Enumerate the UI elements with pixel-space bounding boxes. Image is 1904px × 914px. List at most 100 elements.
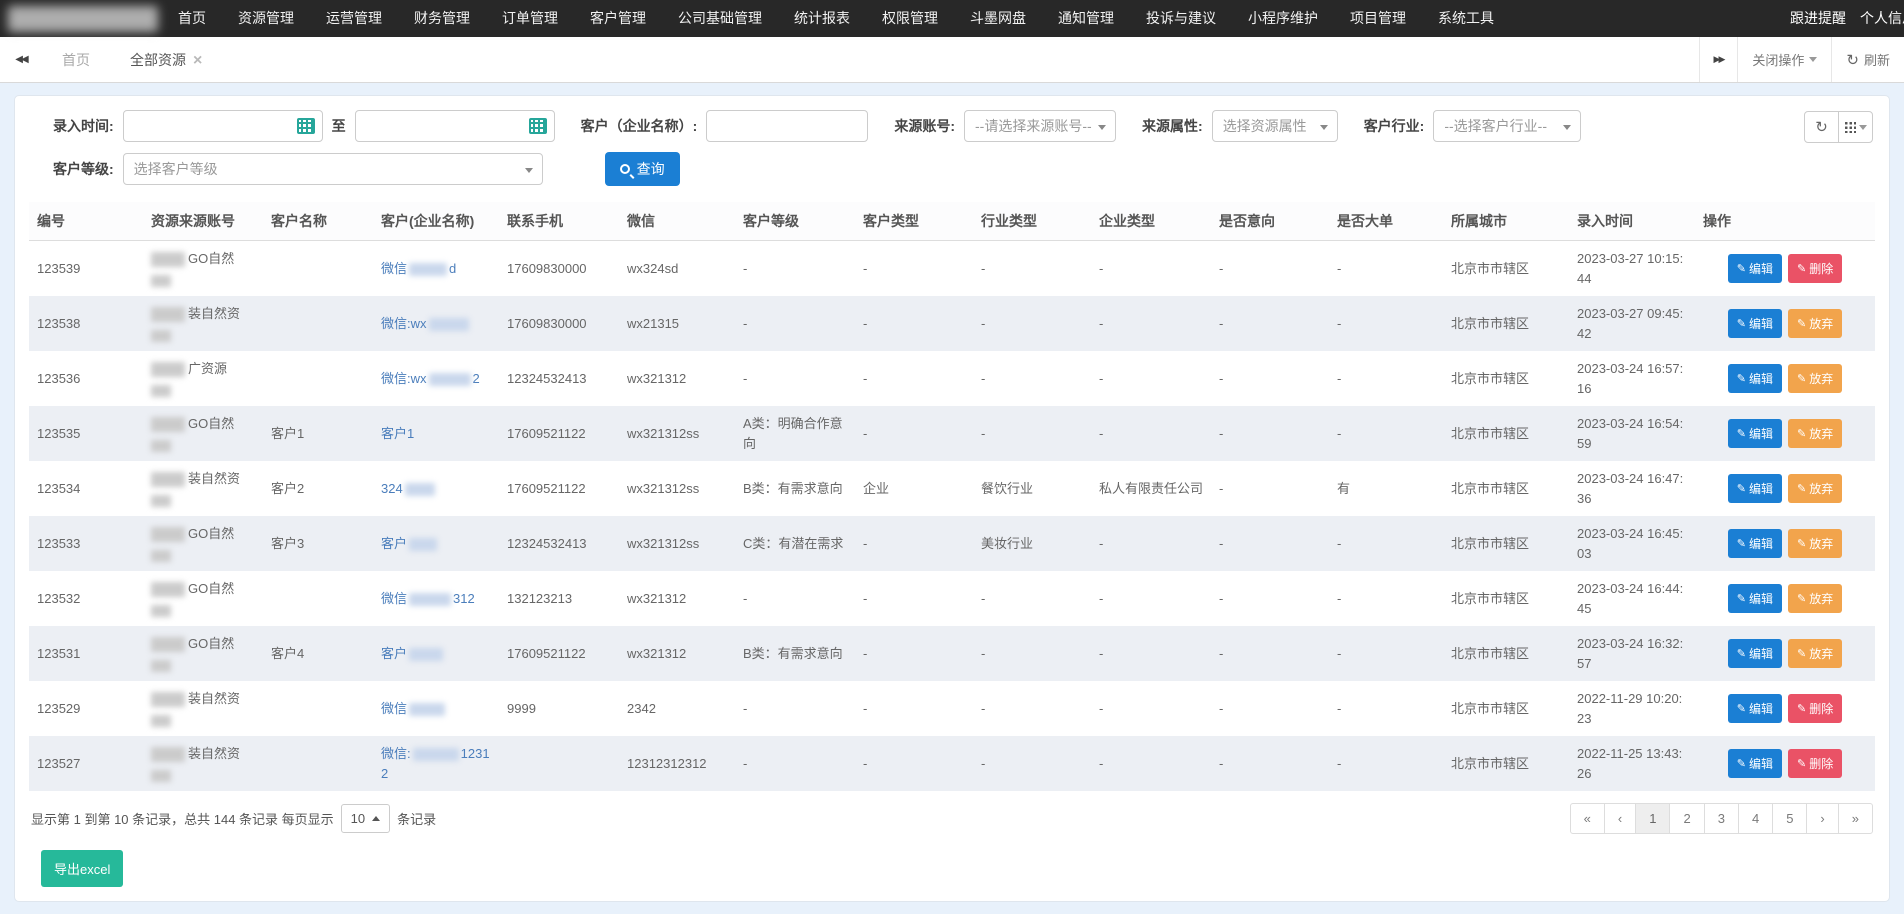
tab-全部资源[interactable]: 全部资源× [110, 37, 222, 82]
nav-item[interactable]: 运营管理 [310, 0, 398, 37]
page-link-»[interactable]: » [1838, 803, 1873, 834]
edit-button[interactable]: ✎编辑 [1728, 529, 1782, 558]
page-link-3[interactable]: 3 [1704, 803, 1739, 834]
edit-pencil-icon: ✎ [1737, 757, 1746, 770]
nav-item[interactable]: 权限管理 [866, 0, 954, 37]
cell-actions: ✎编辑✎放弃 [1695, 516, 1875, 571]
column-header: 是否大单 [1329, 202, 1443, 241]
nav-item[interactable]: 投诉与建议 [1130, 0, 1232, 37]
columns-toggle-button[interactable] [1838, 111, 1873, 143]
source-attr-select[interactable]: 选择资源属性 [1212, 110, 1338, 142]
nav-item[interactable]: 资源管理 [222, 0, 310, 37]
customer-industry-select[interactable]: --选择客户行业-- [1433, 110, 1581, 142]
edit-button[interactable]: ✎编辑 [1728, 364, 1782, 393]
edit-button[interactable]: ✎编辑 [1728, 254, 1782, 283]
company-link[interactable]: 324 [381, 481, 437, 496]
abandon-button-label: 放弃 [1809, 480, 1833, 497]
abandon-button[interactable]: ✎放弃 [1788, 309, 1842, 338]
customer-level-select[interactable]: 选择客户等级 [123, 153, 543, 185]
abandon-button[interactable]: ✎放弃 [1788, 529, 1842, 558]
calendar-icon[interactable] [297, 118, 315, 134]
nav-item[interactable]: 客户管理 [574, 0, 662, 37]
edit-button-label: 编辑 [1749, 260, 1773, 277]
delete-button[interactable]: ✎删除 [1788, 694, 1842, 723]
customer-level-placeholder: 选择客户等级 [134, 159, 218, 179]
cell-wechat: wx321312 [619, 571, 735, 626]
refresh-table-button[interactable]: ↻ [1804, 111, 1839, 143]
abandon-button-label: 放弃 [1809, 315, 1833, 332]
nav-item[interactable]: 财务管理 [398, 0, 486, 37]
page-link-‹[interactable]: ‹ [1604, 803, 1636, 834]
cell-entry-time: 2022-11-29 10:20:23 [1569, 681, 1695, 736]
company-link[interactable]: 微信d [381, 261, 456, 276]
delete-button[interactable]: ✎删除 [1788, 749, 1842, 778]
page-link-4[interactable]: 4 [1738, 803, 1773, 834]
edit-button[interactable]: ✎编辑 [1728, 584, 1782, 613]
customer-industry-label: 客户行业: [1364, 116, 1425, 136]
link-text: 312 [453, 591, 475, 606]
nav-item[interactable]: 系统工具 [1422, 0, 1510, 37]
edit-button[interactable]: ✎编辑 [1728, 419, 1782, 448]
column-header: 是否意向 [1211, 202, 1329, 241]
redacted-block [151, 307, 185, 322]
calendar-icon[interactable] [529, 118, 547, 134]
company-link[interactable]: 微信 [381, 701, 447, 716]
company-link[interactable]: 客户 [381, 536, 439, 551]
abandon-button[interactable]: ✎放弃 [1788, 364, 1842, 393]
company-link[interactable]: 微信312 [381, 591, 475, 606]
tab-首页[interactable]: 首页 [42, 37, 110, 82]
delete-button[interactable]: ✎删除 [1788, 254, 1842, 283]
tabs-forward-button[interactable]: ▶▶ [1699, 37, 1738, 82]
abandon-button[interactable]: ✎放弃 [1788, 419, 1842, 448]
nav-item[interactable]: 项目管理 [1334, 0, 1422, 37]
nav-item[interactable]: 小程序维护 [1232, 0, 1334, 37]
page-link-5[interactable]: 5 [1772, 803, 1807, 834]
cell-customer-name [263, 241, 373, 297]
table-row: 123532GO自然微信312132123213wx321312------北京… [29, 571, 1875, 626]
nav-right-item[interactable]: 个人信息 [1860, 0, 1904, 37]
source-account-select[interactable]: --请选择来源账号-- [964, 110, 1116, 142]
cell-intent: - [1211, 296, 1329, 351]
entry-time-start-input[interactable] [123, 110, 323, 142]
abandon-button[interactable]: ✎放弃 [1788, 584, 1842, 613]
nav-item[interactable]: 统计报表 [778, 0, 866, 37]
company-link[interactable]: 客户1 [381, 426, 414, 441]
cell-industry-type: 美妆行业 [973, 516, 1091, 571]
edit-button[interactable]: ✎编辑 [1728, 309, 1782, 338]
nav-item[interactable]: 公司基础管理 [662, 0, 778, 37]
nav-item[interactable]: 订单管理 [486, 0, 574, 37]
edit-button[interactable]: ✎编辑 [1728, 694, 1782, 723]
nav-item[interactable]: 斗墨网盘 [954, 0, 1042, 37]
company-link[interactable]: 微信:wx2 [381, 371, 480, 386]
nav-right-item[interactable]: 跟进提醒 [1790, 0, 1846, 37]
refresh-button[interactable]: ↻ 刷新 [1831, 37, 1904, 82]
tab-label: 首页 [62, 52, 90, 68]
link-text: 微信 [381, 261, 407, 276]
company-link[interactable]: 客户 [381, 646, 445, 661]
close-tab-icon[interactable]: × [193, 52, 202, 69]
customer-name-input[interactable] [706, 110, 868, 142]
redacted-block [151, 660, 171, 672]
nav-item[interactable]: 首页 [162, 0, 222, 37]
edit-button[interactable]: ✎编辑 [1728, 639, 1782, 668]
close-operations-dropdown[interactable]: 关闭操作 [1737, 37, 1831, 82]
tabs-collapse-left-icon[interactable]: ◀◀ [0, 37, 42, 82]
page-link-1[interactable]: 1 [1635, 803, 1670, 834]
company-link[interactable]: 微信:wx [381, 316, 471, 331]
page-link-«[interactable]: « [1570, 803, 1605, 834]
cell-id: 123532 [29, 571, 143, 626]
entry-time-end-input[interactable] [355, 110, 555, 142]
export-excel-button[interactable]: 导出excel [41, 850, 123, 887]
page-link-2[interactable]: 2 [1669, 803, 1704, 834]
edit-button[interactable]: ✎编辑 [1728, 749, 1782, 778]
page-size-dropdown[interactable]: 10 [341, 804, 390, 833]
abandon-button[interactable]: ✎放弃 [1788, 474, 1842, 503]
edit-button[interactable]: ✎编辑 [1728, 474, 1782, 503]
nav-item[interactable]: 通知管理 [1042, 0, 1130, 37]
query-button[interactable]: 查询 [605, 152, 680, 186]
page-link-›[interactable]: › [1806, 803, 1838, 834]
source-line: GO自然 [151, 634, 255, 654]
company-link[interactable]: 微信:12312 [381, 746, 490, 781]
source-line [151, 489, 255, 509]
abandon-button[interactable]: ✎放弃 [1788, 639, 1842, 668]
